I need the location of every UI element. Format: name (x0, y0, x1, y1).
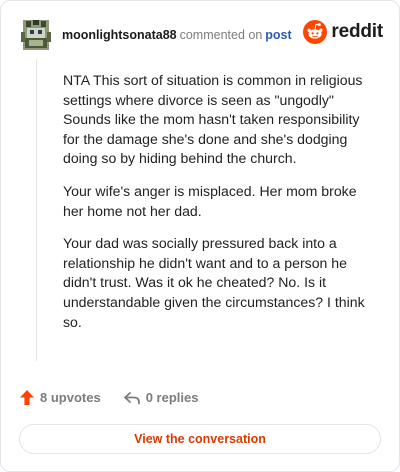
upvote-count: 8 upvotes (40, 390, 101, 405)
thread-line (36, 59, 37, 361)
reply-arrow-icon (123, 391, 140, 404)
comment-card: moonlightsonata88 commented on post reddit… (0, 0, 400, 472)
comment-paragraph: Your dad was socially pressured back int… (63, 235, 365, 330)
comment-byline: moonlightsonata88 commented on post (62, 28, 292, 42)
reply-button[interactable]: 0 replies (123, 390, 199, 405)
comment-paragraph: NTA This sort of situation is common in … (63, 72, 363, 167)
user-avatar[interactable] (19, 18, 53, 52)
view-conversation-button[interactable]: View the conversation (19, 424, 381, 454)
comment-header: moonlightsonata88 commented on post reddit (19, 17, 383, 53)
avatar-image (19, 18, 53, 52)
post-link[interactable]: post (265, 28, 291, 42)
username-link[interactable]: moonlightsonata88 (62, 28, 177, 42)
byline-action-text: commented on (179, 28, 263, 42)
reddit-wordmark: reddit (331, 21, 383, 42)
upvote-arrow-icon (20, 390, 34, 405)
reddit-brand[interactable]: reddit (303, 20, 383, 44)
comment-actions: 8 upvotes 0 replies (19, 389, 198, 406)
reply-count: 0 replies (145, 390, 199, 405)
comment-body: NTA This sort of situation is common in … (63, 71, 375, 345)
reddit-logo-icon (303, 20, 328, 44)
comment-paragraph: Your wife's anger is misplaced. Her mom … (63, 182, 357, 219)
upvote-button[interactable]: 8 upvotes (19, 389, 101, 406)
